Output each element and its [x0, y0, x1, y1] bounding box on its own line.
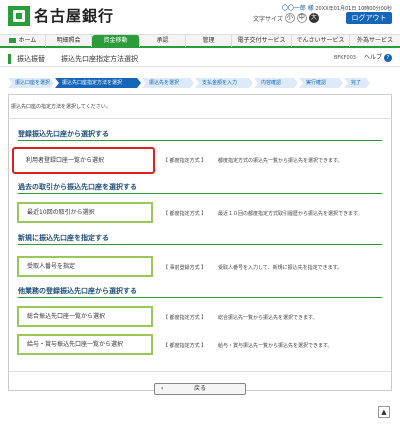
nav-item-label: ホーム — [18, 37, 37, 44]
font-size-label: 文字サイズ — [253, 15, 283, 23]
section-rule — [18, 193, 382, 194]
question-icon: ? — [384, 54, 392, 62]
option-kind: 【 都度指定方式 】 — [163, 158, 207, 164]
step-item-current: 振込先口座指定方法を選択 — [55, 78, 141, 88]
option-description: 給与・賞与振込先一覧から振込先を選択できます。 — [218, 343, 333, 349]
select-general-transfer-accounts-button[interactable]: 総合振込先口座一覧から選択 — [17, 306, 153, 327]
select-salary-transfer-accounts-button[interactable]: 給与・賞与振込先口座一覧から選択 — [17, 334, 153, 355]
font-size-medium-button[interactable]: 中 — [296, 13, 307, 23]
step-item: 支払金額を入力 — [195, 78, 253, 88]
nav-item-statement[interactable]: 明細照会 — [46, 35, 92, 47]
title-marker — [8, 53, 11, 64]
page-title: 振込先口座指定方法選択 — [61, 54, 138, 63]
step-item: 実行確認 — [299, 78, 343, 88]
specify-recipient-number-button[interactable]: 受取人番号を指定 — [17, 256, 153, 277]
bank-logo-icon — [8, 5, 30, 26]
font-size-large-button[interactable]: 大 — [308, 13, 319, 23]
option-description: 最近１０回の都度指定方式取引履歴から振込先を選択できます。 — [218, 211, 363, 217]
option-label: 利用者登録口座一覧から選択 — [26, 157, 105, 164]
divider — [8, 118, 392, 119]
nav-item-home[interactable]: ホーム — [0, 35, 46, 47]
section-title: 他業務の登録振込先口座から選択する — [18, 287, 137, 295]
section-rule — [18, 297, 382, 298]
section-title: 過去の取引から振込先口座を選択する — [18, 183, 137, 191]
divider — [8, 371, 392, 372]
option-description: 総合振込先一覧から振込先を選択できます。 — [218, 315, 318, 321]
option-kind: 【 事前登録方式 】 — [163, 265, 207, 271]
step-item: 完了 — [344, 78, 370, 88]
help-link[interactable]: ヘルプ? — [364, 54, 392, 62]
nav-item-e-delivery[interactable]: 電子交付サービス — [232, 35, 292, 47]
section-rule — [18, 244, 382, 245]
page-top-button[interactable]: ▲ — [378, 406, 390, 418]
option-description: 都度指定方式の振込先一覧から振込先を選択できます。 — [218, 158, 343, 164]
home-icon — [8, 38, 16, 43]
arrow-up-icon: ▲ — [381, 408, 387, 416]
font-size-switcher: 文字サイズ 小 中 大 — [253, 13, 319, 23]
user-info: 〇〇一郎 様 20XX年01月01日 10時00分00秒 — [282, 3, 392, 12]
progress-steps: 振込口座を選択 振込先口座指定方法を選択 振込先を選択 支払金額を入力 内容確認… — [8, 78, 392, 88]
help-label: ヘルプ — [363, 54, 382, 61]
nav-item-densai[interactable]: でんさいサービス — [292, 35, 350, 47]
nav-item-forex[interactable]: 外為サービス — [350, 35, 400, 47]
option-kind: 【 都度指定方式 】 — [163, 211, 207, 217]
select-registered-accounts-button[interactable]: 利用者登録口座一覧から選択 — [12, 147, 155, 174]
section-title: 新規に振込先口座を指定する — [18, 234, 109, 242]
step-item: 内容確認 — [254, 78, 298, 88]
section-name: 振込振替 — [17, 54, 45, 63]
back-button[interactable]: ‹ 戻る — [154, 383, 246, 395]
nav-item-admin[interactable]: 管理 — [186, 35, 232, 47]
logout-button[interactable]: ログアウト — [346, 12, 392, 24]
step-item: 振込口座を選択 — [8, 78, 54, 88]
option-kind: 【 都度指定方式 】 — [163, 343, 207, 349]
nav-item-approval[interactable]: 承認 — [140, 35, 186, 47]
user-name: 〇〇一郎 様 — [281, 5, 314, 12]
screen-id: BFKF003 — [333, 55, 356, 61]
title-bar: 振込振替 振込先口座指定方法選択 BFKF003 ヘルプ? — [0, 51, 400, 67]
bank-logo[interactable]: 名古屋銀行 — [8, 5, 114, 26]
nav-item-transfer[interactable]: 資金移動 — [92, 35, 140, 47]
section-title: 登録振込先口座から選択する — [18, 130, 109, 138]
section-rule — [18, 140, 382, 141]
bank-name: 名古屋銀行 — [34, 7, 115, 25]
intro-text: 振込先口座の指定方法を選択してください。 — [11, 104, 111, 110]
header: 名古屋銀行 〇〇一郎 様 20XX年01月01日 10時00分00秒 文字サイズ… — [0, 0, 400, 32]
option-description: 受取人番号を入力して、新規に振込先を指定できます。 — [218, 265, 343, 271]
select-recent-transactions-button[interactable]: 最近10回の取引から選択 — [17, 202, 153, 223]
chevron-left-icon: ‹ — [161, 385, 164, 392]
global-nav: ホーム 明細照会 資金移動 承認 管理 電子交付サービス でんさいサービス 外為… — [0, 34, 400, 48]
page: 名古屋銀行 〇〇一郎 様 20XX年01月01日 10時00分00秒 文字サイズ… — [0, 0, 400, 433]
option-kind: 【 都度指定方式 】 — [163, 315, 207, 321]
back-label: 戻る — [193, 385, 206, 392]
step-item: 振込先を選択 — [142, 78, 194, 88]
font-size-small-button[interactable]: 小 — [284, 13, 295, 23]
